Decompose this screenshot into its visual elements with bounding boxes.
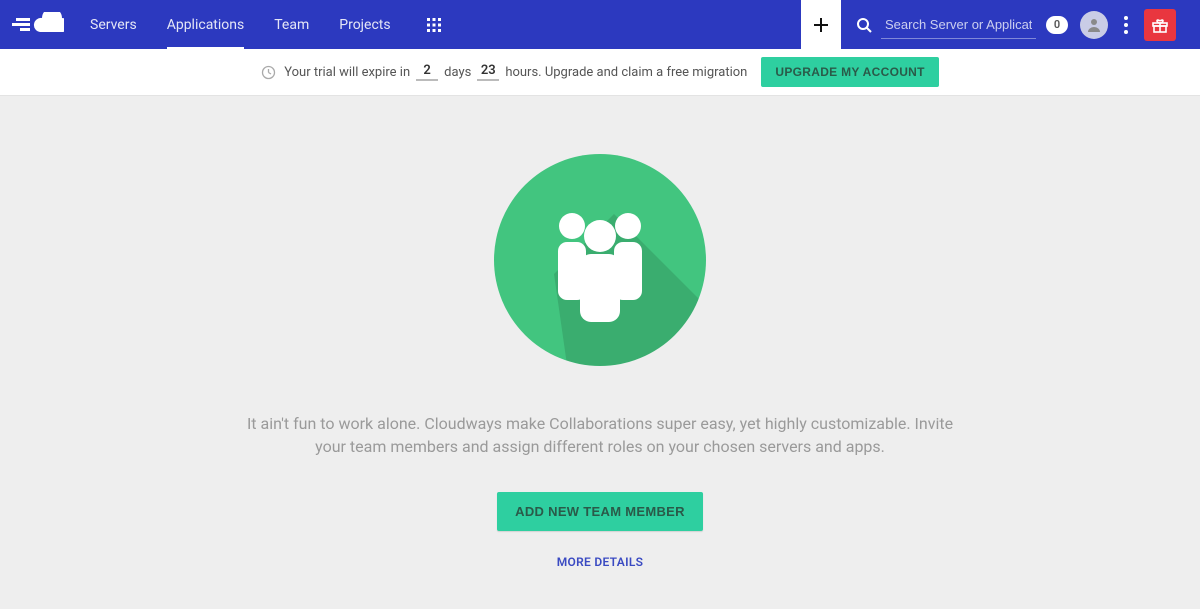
user-avatar[interactable] (1080, 11, 1108, 39)
more-details-link[interactable]: MORE DETAILS (557, 555, 644, 569)
primary-nav: Servers Applications Team Projects (75, 0, 406, 49)
team-description: It ain't fun to work alone. Cloudways ma… (240, 412, 960, 458)
nav-item-projects[interactable]: Projects (324, 0, 405, 49)
trial-hours-suffix: hours. Upgrade and claim a free migratio… (505, 65, 747, 80)
search-icon[interactable] (853, 14, 875, 36)
search-area: 0 (841, 0, 1200, 49)
notification-badge[interactable]: 0 (1046, 16, 1068, 34)
kebab-menu-icon[interactable] (1116, 11, 1136, 39)
gift-icon[interactable] (1144, 9, 1176, 41)
trial-banner: Your trial will expire in 2 days 23 hour… (0, 49, 1200, 96)
brand-logo[interactable] (0, 0, 75, 49)
top-navbar: Servers Applications Team Projects 0 (0, 0, 1200, 49)
add-team-member-button[interactable]: ADD NEW TEAM MEMBER (497, 492, 703, 531)
trial-hours-value: 23 (477, 63, 499, 81)
trial-days-label: days (444, 65, 471, 80)
nav-item-team[interactable]: Team (259, 0, 324, 49)
nav-item-servers[interactable]: Servers (75, 0, 152, 49)
main-content: It ain't fun to work alone. Cloudways ma… (0, 96, 1200, 609)
nav-label: Servers (90, 17, 137, 33)
clock-icon (261, 65, 276, 80)
upgrade-account-button[interactable]: UPGRADE MY ACCOUNT (761, 57, 938, 87)
nav-label: Applications (167, 17, 245, 33)
nav-item-applications[interactable]: Applications (152, 0, 260, 49)
team-hero-icon (494, 154, 706, 366)
apps-grid-icon[interactable] (414, 0, 454, 49)
search-input[interactable] (881, 11, 1036, 39)
nav-label: Team (274, 17, 309, 33)
add-button[interactable] (801, 0, 841, 49)
nav-label: Projects (339, 17, 390, 33)
trial-prefix: Your trial will expire in (284, 65, 410, 80)
trial-days-value: 2 (416, 63, 438, 81)
